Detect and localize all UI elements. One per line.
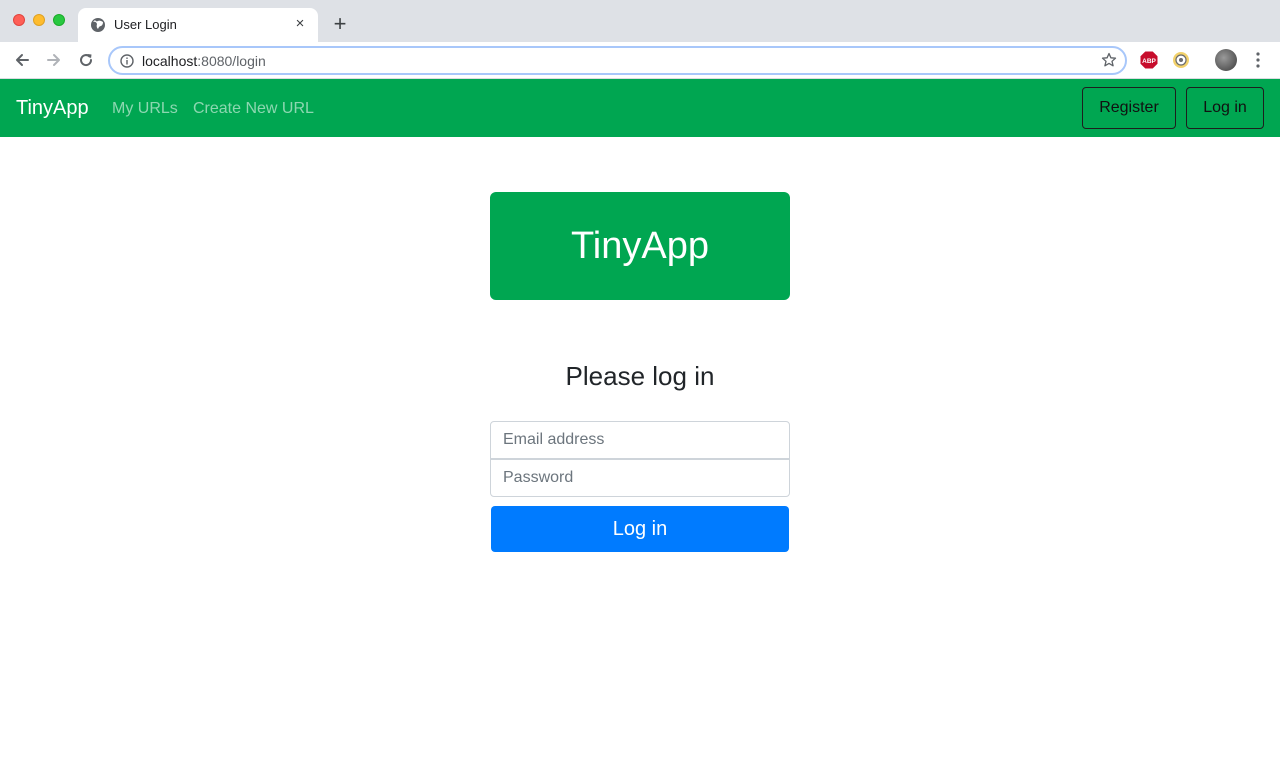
back-arrow-icon[interactable] bbox=[12, 50, 32, 70]
register-button[interactable]: Register bbox=[1082, 87, 1176, 129]
url-text: localhost:8080/login bbox=[142, 53, 266, 69]
password-field[interactable] bbox=[490, 459, 790, 497]
bookmark-star-icon[interactable] bbox=[1101, 52, 1117, 68]
browser-tab[interactable]: User Login × bbox=[78, 8, 318, 42]
browser-tab-strip: User Login × + bbox=[0, 0, 1280, 42]
reload-icon[interactable] bbox=[76, 50, 96, 70]
minimize-window-button[interactable] bbox=[33, 14, 45, 26]
zoom-window-button[interactable] bbox=[53, 14, 65, 26]
forward-arrow-icon[interactable] bbox=[44, 50, 64, 70]
extension-icon[interactable] bbox=[1172, 51, 1190, 69]
info-icon[interactable] bbox=[120, 54, 134, 68]
globe-icon bbox=[91, 18, 105, 32]
address-bar[interactable]: localhost:8080/login bbox=[108, 46, 1127, 75]
close-window-button[interactable] bbox=[13, 14, 25, 26]
profile-avatar[interactable] bbox=[1215, 49, 1237, 71]
nav-link-my-urls[interactable]: My URLs bbox=[112, 100, 178, 118]
app-navbar: TinyApp My URLs Create New URL Register … bbox=[0, 79, 1280, 137]
navbar-login-button[interactable]: Log in bbox=[1186, 87, 1264, 129]
login-submit-button[interactable]: Log in bbox=[491, 506, 789, 552]
new-tab-button[interactable]: + bbox=[330, 13, 350, 35]
more-menu-icon[interactable] bbox=[1250, 50, 1266, 70]
browser-toolbar: localhost:8080/login ABP bbox=[0, 42, 1280, 79]
adblock-plus-icon[interactable]: ABP bbox=[1140, 51, 1158, 69]
navbar-brand[interactable]: TinyApp bbox=[16, 97, 89, 120]
svg-text:ABP: ABP bbox=[1142, 58, 1156, 65]
email-field[interactable] bbox=[490, 421, 790, 459]
tab-title: User Login bbox=[114, 17, 177, 32]
close-icon[interactable]: × bbox=[292, 16, 308, 32]
url-path: :8080/login bbox=[197, 53, 266, 69]
url-host: localhost bbox=[142, 53, 198, 69]
hero-banner: TinyApp bbox=[490, 192, 790, 300]
nav-link-create-new-url[interactable]: Create New URL bbox=[193, 100, 314, 118]
page-heading: Please log in bbox=[565, 361, 715, 391]
